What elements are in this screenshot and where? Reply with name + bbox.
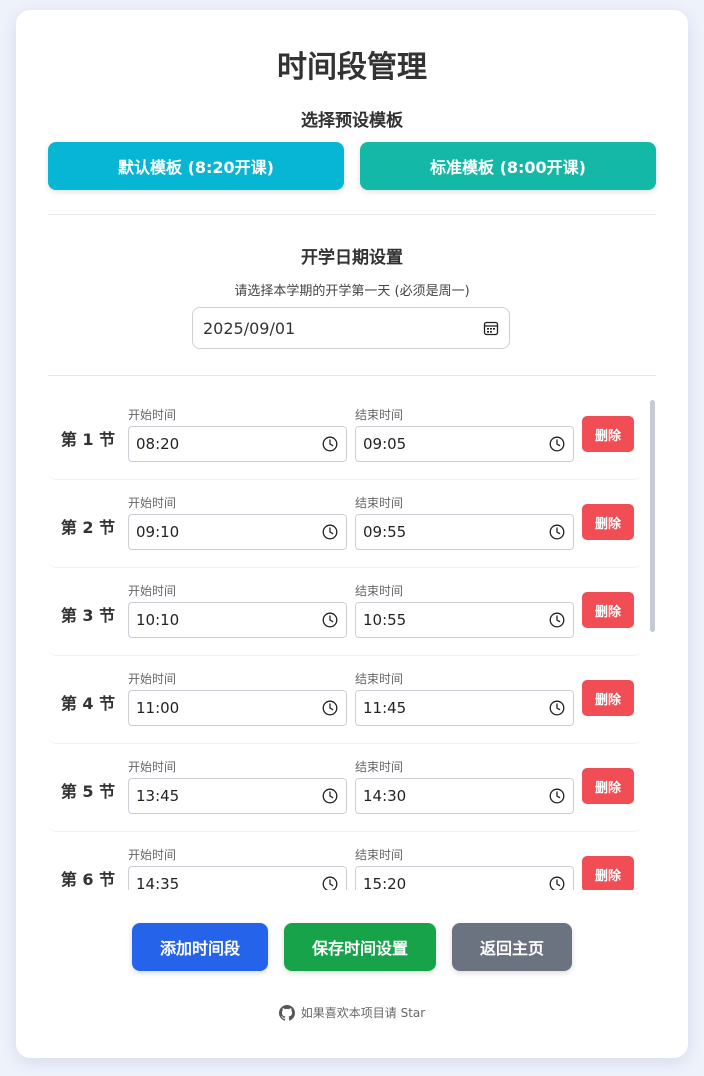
start-date-hint: 请选择本学期的开学第一天 (必须是周一)	[234, 284, 470, 299]
end-time-label: 结束时间	[355, 672, 404, 686]
end-time-label: 结束时间	[355, 496, 404, 510]
start-date-input[interactable]: 2025/09/01	[192, 307, 510, 349]
start-time-value: 10:10	[136, 611, 180, 629]
footer-text: 如果喜欢本项目请 Star	[300, 1006, 426, 1020]
start-time-value: 09:10	[136, 523, 180, 541]
period-label: 第 6 节	[60, 870, 116, 889]
clock-icon[interactable]	[322, 436, 338, 452]
clock-icon[interactable]	[322, 524, 338, 540]
divider	[48, 214, 656, 215]
period-label: 第 3 节	[60, 606, 116, 625]
start-time-label: 开始时间	[128, 408, 177, 422]
delete-period-button[interactable]: 删除	[582, 680, 634, 716]
period-row: 第 2 节开始时间 09:10 结束时间 09:55 删除	[48, 480, 642, 568]
start-time-label: 开始时间	[128, 848, 177, 862]
start-time-value: 08:20	[136, 435, 180, 453]
start-date-section-title: 开学日期设置	[301, 248, 403, 268]
add-period-button[interactable]: 添加时间段	[132, 923, 268, 971]
start-time-label: 开始时间	[128, 496, 177, 510]
period-row: 第 1 节开始时间 08:20 结束时间 09:05 删除	[48, 392, 642, 480]
start-time-value: 13:45	[136, 787, 180, 805]
start-time-input[interactable]: 14:35	[128, 866, 347, 890]
clock-icon[interactable]	[549, 788, 565, 804]
clock-icon[interactable]	[322, 700, 338, 716]
start-time-value: 11:00	[136, 699, 180, 717]
period-list-scrollbar[interactable]	[650, 400, 655, 632]
clock-icon[interactable]	[549, 876, 565, 890]
start-time-input[interactable]: 10:10	[128, 602, 347, 638]
period-label: 第 5 节	[60, 782, 116, 801]
delete-period-button[interactable]: 删除	[582, 416, 634, 452]
end-time-value: 09:55	[363, 523, 407, 541]
start-time-label: 开始时间	[128, 584, 177, 598]
calendar-icon[interactable]	[483, 320, 499, 336]
clock-icon[interactable]	[549, 700, 565, 716]
end-time-label: 结束时间	[355, 584, 404, 598]
template-section-title: 选择预设模板	[301, 111, 403, 131]
period-list[interactable]: 第 1 节开始时间 08:20 结束时间 09:05 删除第 2 节开始时间 09:10 结…	[48, 392, 658, 890]
clock-icon[interactable]	[322, 876, 338, 890]
end-time-value: 09:05	[363, 435, 407, 453]
clock-icon[interactable]	[549, 612, 565, 628]
end-time-label: 结束时间	[355, 848, 404, 862]
delete-period-button[interactable]: 删除	[582, 856, 634, 890]
end-time-value: 10:55	[363, 611, 407, 629]
period-row: 第 3 节开始时间 10:10 结束时间 10:55 删除	[48, 568, 642, 656]
end-time-input[interactable]: 14:30	[355, 778, 574, 814]
period-label: 第 1 节	[60, 430, 116, 449]
clock-icon[interactable]	[322, 612, 338, 628]
end-time-label: 结束时间	[355, 408, 404, 422]
clock-icon[interactable]	[549, 524, 565, 540]
delete-period-button[interactable]: 删除	[582, 504, 634, 540]
period-row: 第 4 节开始时间 11:00 结束时间 11:45 删除	[48, 656, 642, 744]
standard-template-button[interactable]: 标准模板 (8:00开课)	[360, 142, 656, 190]
end-time-input[interactable]: 09:55	[355, 514, 574, 550]
clock-icon[interactable]	[549, 436, 565, 452]
start-date-value: 2025/09/01	[203, 318, 296, 338]
divider	[48, 375, 656, 376]
back-home-button[interactable]: 返回主页	[452, 923, 572, 971]
end-time-value: 15:20	[363, 875, 407, 890]
start-time-label: 开始时间	[128, 760, 177, 774]
github-icon[interactable]	[278, 1004, 295, 1021]
period-row: 第 6 节开始时间 14:35 结束时间 15:20 删除	[48, 832, 642, 890]
start-time-input[interactable]: 11:00	[128, 690, 347, 726]
end-time-input[interactable]: 15:20	[355, 866, 574, 890]
footer: 如果喜欢本项目请 Star	[16, 1004, 688, 1021]
end-time-input[interactable]: 11:45	[355, 690, 574, 726]
delete-period-button[interactable]: 删除	[582, 768, 634, 804]
page-title: 时间段管理	[277, 50, 427, 85]
period-label: 第 4 节	[60, 694, 116, 713]
end-time-value: 11:45	[363, 699, 407, 717]
start-time-input[interactable]: 13:45	[128, 778, 347, 814]
period-label: 第 2 节	[60, 518, 116, 537]
default-template-button[interactable]: 默认模板 (8:20开课)	[48, 142, 344, 190]
start-time-input[interactable]: 09:10	[128, 514, 347, 550]
period-row: 第 5 节开始时间 13:45 结束时间 14:30 删除	[48, 744, 642, 832]
delete-period-button[interactable]: 删除	[582, 592, 634, 628]
clock-icon[interactable]	[322, 788, 338, 804]
end-time-input[interactable]: 09:05	[355, 426, 574, 462]
start-time-value: 14:35	[136, 875, 180, 890]
save-settings-button[interactable]: 保存时间设置	[284, 923, 436, 971]
time-settings-card: 时间段管理 选择预设模板 默认模板 (8:20开课) 标准模板 (8:00开课)…	[16, 10, 688, 1058]
start-time-label: 开始时间	[128, 672, 177, 686]
start-time-input[interactable]: 08:20	[128, 426, 347, 462]
end-time-input[interactable]: 10:55	[355, 602, 574, 638]
end-time-value: 14:30	[363, 787, 407, 805]
end-time-label: 结束时间	[355, 760, 404, 774]
